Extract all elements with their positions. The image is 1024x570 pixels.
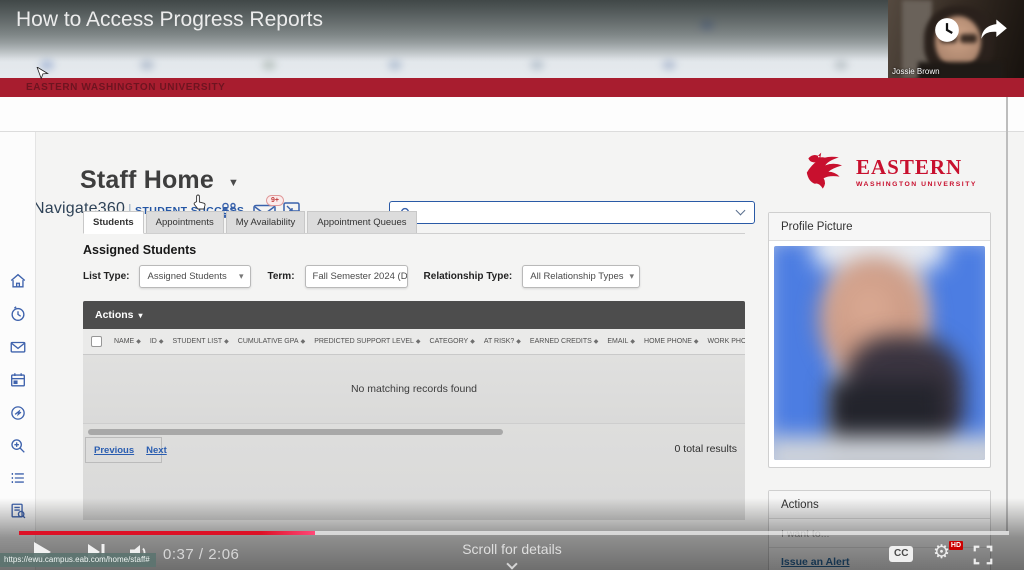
mouse-cursor-arrow	[36, 67, 49, 82]
column-header[interactable]: AT RISK?◆	[484, 338, 521, 345]
column-header[interactable]: NAME◆	[114, 338, 141, 345]
progress-played	[19, 531, 315, 535]
sort-icon: ◆	[301, 338, 306, 345]
page-title: Staff Home	[80, 166, 214, 195]
tab-appointments[interactable]: Appointments	[146, 211, 224, 233]
tab-appointment-queues[interactable]: Appointment Queues	[307, 211, 416, 233]
fullscreen-icon[interactable]	[972, 544, 994, 566]
results-count: 0 total results	[675, 443, 737, 455]
list-type-select[interactable]: Assigned Students ▾	[139, 265, 251, 288]
hd-badge: HD	[949, 541, 963, 550]
tab-my-availability[interactable]: My Availability	[226, 211, 306, 233]
page-title-dropdown[interactable]: Staff Home ▼	[80, 166, 239, 195]
video-title[interactable]: How to Access Progress Reports	[16, 8, 323, 32]
logo-line1: EASTERN	[856, 155, 977, 180]
select-caret-icon: ▾	[630, 271, 635, 282]
select-all-checkbox[interactable]	[91, 336, 102, 347]
video-player: EASTERN WASHINGTON UNIVERSITY Navigate36…	[0, 0, 1024, 570]
sort-icon: ◆	[630, 338, 635, 345]
table-empty-state: No matching records found	[83, 355, 745, 424]
previous-button[interactable]: Previous	[94, 445, 134, 456]
tab-students[interactable]: Students	[83, 211, 144, 234]
eagle-icon	[802, 150, 850, 192]
sort-icon: ◆	[224, 338, 229, 345]
sort-icon: ◆	[136, 338, 141, 345]
reporting-icon[interactable]	[9, 404, 27, 422]
clock-icon[interactable]	[9, 305, 27, 323]
mouse-cursor-hand	[192, 194, 206, 210]
calendar-icon[interactable]	[9, 371, 27, 389]
status-url-tooltip: https://ewu.campus.eab.com/home/staff#	[0, 553, 156, 567]
sort-icon: ◆	[594, 338, 599, 345]
relationship-type-value: All Relationship Types	[530, 271, 623, 282]
section-title: Assigned Students	[83, 243, 196, 257]
settings-gear-icon[interactable]: ⚙HD	[933, 541, 950, 564]
column-header[interactable]: CUMULATIVE GPA◆	[238, 338, 305, 345]
caret-down-icon[interactable]: ▼	[228, 173, 239, 189]
students-table: Actions ▾ NAME◆ ID◆ STUDENT LIST◆ CUMULA…	[83, 301, 745, 520]
actions-label: Actions	[95, 309, 134, 321]
column-header[interactable]: PREDICTED SUPPORT LEVEL◆	[314, 338, 420, 345]
sort-icon: ◆	[470, 338, 475, 345]
table-header-row: NAME◆ ID◆ STUDENT LIST◆ CUMULATIVE GPA◆ …	[83, 329, 745, 355]
column-header[interactable]: STUDENT LIST◆	[172, 338, 228, 345]
share-icon[interactable]	[980, 17, 1008, 43]
empty-message: No matching records found	[351, 383, 477, 395]
column-header[interactable]: ID◆	[150, 338, 164, 345]
glasses	[960, 34, 977, 43]
captured-screen: EASTERN WASHINGTON UNIVERSITY Navigate36…	[0, 0, 1024, 570]
relationship-type-select[interactable]: All Relationship Types ▾	[522, 265, 640, 288]
list-type-label: List Type:	[83, 271, 129, 282]
profile-picture-panel: Profile Picture	[768, 212, 991, 468]
profile-photo-blurred	[774, 246, 985, 460]
term-label: Term:	[267, 271, 294, 282]
column-header[interactable]: CATEGORY◆	[430, 338, 475, 345]
sort-icon: ◆	[516, 338, 521, 345]
webcam-name-label: Jossie Brown	[892, 67, 940, 76]
horizontal-scrollbar[interactable]	[88, 429, 738, 437]
column-header[interactable]: HOME PHONE◆	[644, 338, 698, 345]
select-caret-icon: ▾	[239, 271, 244, 282]
column-header[interactable]: WORK PHONE◆	[708, 338, 746, 345]
scrollbar-thumb[interactable]	[88, 429, 503, 435]
term-select[interactable]: Fall Semester 2024 (D... ▾	[305, 265, 408, 288]
university-banner: EASTERN WASHINGTON UNIVERSITY	[0, 78, 1024, 97]
column-header[interactable]: EARNED CREDITS◆	[530, 338, 598, 345]
sort-icon: ◆	[159, 338, 164, 345]
tab-bar: Students Appointments My Availability Ap…	[83, 211, 745, 234]
watch-later-icon[interactable]	[932, 15, 962, 45]
video-progress-bar[interactable]	[19, 531, 1009, 535]
actions-dropdown[interactable]: Actions ▾	[83, 301, 745, 329]
email-icon[interactable]	[9, 338, 27, 356]
sort-icon: ◆	[416, 338, 421, 345]
column-header[interactable]: EMAIL◆	[607, 338, 635, 345]
sort-icon: ◆	[694, 338, 699, 345]
relationship-type-label: Relationship Type:	[424, 271, 513, 282]
captions-button[interactable]: CC	[889, 546, 913, 562]
next-button[interactable]: Next	[146, 445, 167, 456]
browser-scrollbar[interactable]	[1006, 97, 1008, 531]
caret-down-icon: ▾	[139, 311, 143, 320]
filter-row: List Type: Assigned Students ▾ Term: Fal…	[83, 265, 640, 288]
app-header: Navigate360 | STUDENT SUCCESS 9+	[0, 97, 1024, 132]
university-logo: EASTERN WASHINGTON UNIVERSITY	[802, 150, 977, 192]
pagination: Previous Next	[85, 437, 162, 463]
home-icon[interactable]	[9, 272, 27, 290]
lists-icon[interactable]	[9, 469, 27, 487]
logo-line2: WASHINGTON UNIVERSITY	[856, 181, 977, 188]
term-value: Fall Semester 2024 (D...	[313, 271, 408, 282]
list-type-value: Assigned Students	[147, 271, 226, 282]
profile-panel-title: Profile Picture	[769, 213, 990, 241]
advanced-search-icon[interactable]	[9, 437, 27, 455]
